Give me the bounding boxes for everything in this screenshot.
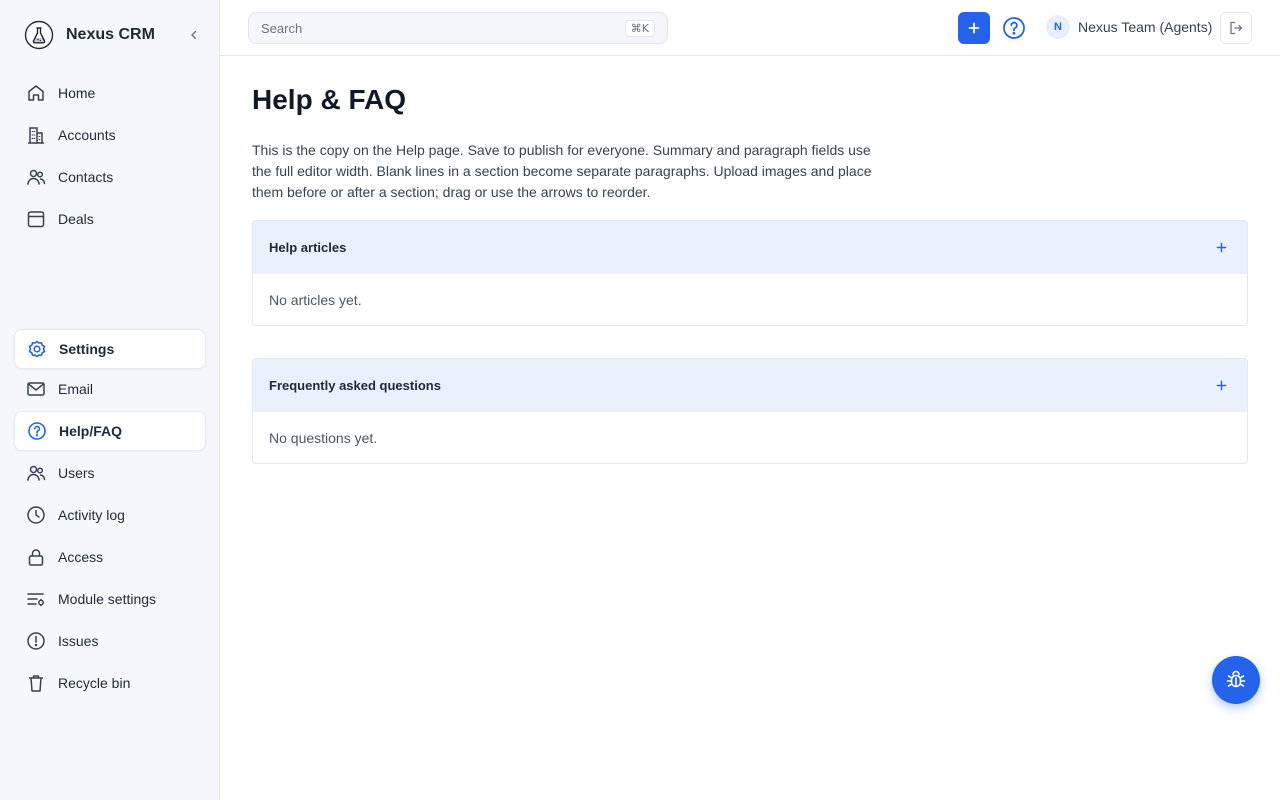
sidebar-item-activity-log[interactable]: Activity log [14,495,206,535]
panel-title: Frequently asked questions [269,377,441,393]
sidebar-item-recycle-bin[interactable]: Recycle bin [14,663,206,703]
sidebar-item-settings[interactable]: Settings [14,329,206,369]
help-articles-panel: Help articles No articles yet. [252,220,1248,326]
sidebar-item-deals[interactable]: Deals [14,199,206,239]
trash-icon [26,673,46,693]
panel-title: Help articles [269,239,347,255]
building-icon [26,125,46,145]
page-title: Help & FAQ [252,84,407,115]
sidebar-item-label: Activity log [58,507,125,523]
search-input[interactable] [261,20,625,36]
sidebar-item-label: Help/FAQ [59,423,123,439]
sidebar-item-issues[interactable]: Issues [14,621,206,661]
sidebar-item-accounts[interactable]: Accounts [14,115,206,155]
sidebar-item-label: Access [58,549,104,565]
sidebar-item-users[interactable]: Users [14,453,206,493]
search-bar[interactable]: ⌘K [248,12,668,44]
sidebar-item-help-faq[interactable]: Help/FAQ [14,411,206,451]
add-question-button[interactable] [1211,375,1231,395]
sidebar-item-email[interactable]: Email [14,369,206,409]
logout-icon [1230,21,1243,35]
panel-header: Help articles [253,221,1247,273]
help-circle-icon [1003,17,1025,39]
sidebar-item-label: Issues [58,633,99,649]
sidebar-item-label: Accounts [58,127,116,143]
clock-icon [26,505,46,525]
chevron-left-icon [191,30,197,40]
empty-state: No articles yet. [253,273,1247,325]
sidebar-item-home[interactable]: Home [14,73,206,113]
home-icon [26,83,46,103]
avatar[interactable]: N [1046,15,1070,39]
sidebar-item-label: Deals [58,211,94,227]
sidebar-item-access[interactable]: Access [14,537,206,577]
help-circle-icon [27,421,47,441]
plus-icon [968,22,980,34]
sidebar-item-contacts[interactable]: Contacts [14,157,206,197]
bug-icon [1226,670,1246,688]
page-description: This is the copy on the Help page. Save … [252,142,872,200]
mail-icon [26,379,46,399]
alert-circle-icon [26,631,46,651]
flask-logo-icon [24,20,54,50]
calendar-icon [26,209,46,229]
users-icon [26,167,46,187]
sidebar-item-label: Home [58,85,96,101]
lock-icon [26,547,46,567]
sidebar: Nexus CRM Home Accounts Contacts Deals S [0,0,220,800]
sliders-icon [26,589,46,609]
create-new-button[interactable] [958,12,990,44]
help-button[interactable] [1001,15,1027,41]
sidebar-item-module-settings[interactable]: Module settings [14,579,206,619]
collapse-sidebar-button[interactable] [184,25,204,45]
sidebar-item-label: Email [58,381,94,397]
topbar: ⌘K N Nexus Team (Agents) [220,0,1280,56]
settings-icon [27,339,47,359]
sidebar-item-label: Recycle bin [58,675,131,691]
add-article-button[interactable] [1211,237,1231,257]
sidebar-item-label: Module settings [58,591,157,607]
users-icon [26,463,46,483]
panel-header: Frequently asked questions [253,359,1247,411]
empty-state: No questions yet. [253,411,1247,463]
report-bug-button[interactable] [1212,656,1260,704]
sidebar-item-label: Users [58,465,95,481]
search-shortcut-hint: ⌘K [624,19,655,37]
sidebar-item-label: Settings [59,341,115,357]
brand: Nexus CRM [24,16,204,54]
logout-button[interactable] [1220,12,1252,44]
faq-panel: Frequently asked questions No questions … [252,358,1248,464]
plus-icon [1216,242,1226,252]
app-name: Nexus CRM [66,26,155,43]
sidebar-item-label: Contacts [58,169,114,185]
user-name[interactable]: Nexus Team (Agents) [1078,19,1212,35]
plus-icon [1216,380,1226,390]
